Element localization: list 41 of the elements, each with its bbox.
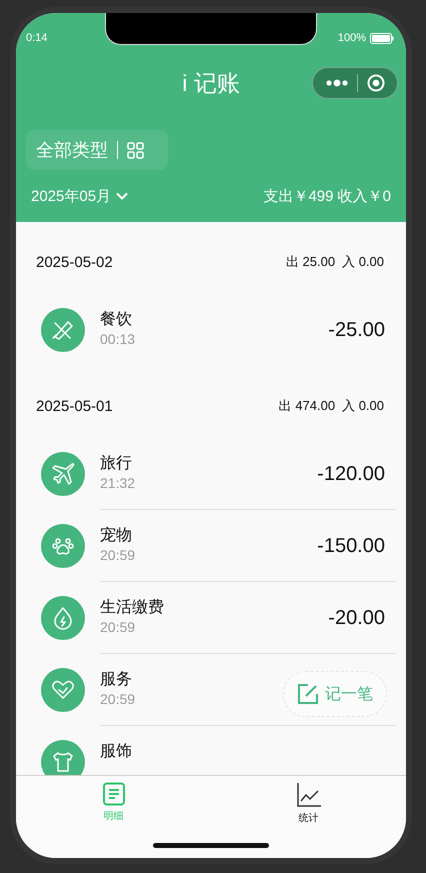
category-name: 宠物 bbox=[100, 526, 132, 546]
entry-amount: -120.00 bbox=[317, 462, 385, 486]
water-drop-icon bbox=[41, 596, 85, 640]
tab-item[interactable]: 明细 bbox=[16, 776, 211, 823]
category-name: 服务 bbox=[100, 670, 132, 690]
grid-icon bbox=[127, 142, 144, 158]
add-entry-button[interactable]: 记一笔 bbox=[283, 671, 387, 717]
entry-time: 20:59 bbox=[100, 691, 136, 707]
chevron-down-icon bbox=[115, 191, 130, 201]
group-date: 2025-05-01 bbox=[36, 398, 113, 414]
battery-percent: 100% bbox=[338, 32, 366, 44]
entry-amount: -20.00 bbox=[328, 606, 385, 630]
entry-amount: -25.00 bbox=[328, 318, 385, 342]
app-title: i 记账 bbox=[182, 68, 240, 98]
airplane-icon bbox=[41, 452, 85, 496]
day-income: 入 0.00 bbox=[342, 397, 384, 415]
day-expense: 出 474.00 bbox=[278, 397, 336, 415]
tab-item[interactable]: 统计 bbox=[211, 776, 406, 825]
entry-amount: -150.00 bbox=[317, 534, 385, 558]
edit-icon bbox=[297, 683, 319, 705]
category-name: 旅行 bbox=[100, 454, 132, 474]
category-name: 生活缴费 bbox=[100, 598, 164, 618]
paw-icon bbox=[41, 524, 85, 568]
day-income: 入 0.00 bbox=[342, 253, 384, 271]
entry-time: 21:32 bbox=[100, 475, 136, 491]
category-name: 餐饮 bbox=[100, 310, 132, 330]
close-icon[interactable] bbox=[366, 74, 384, 92]
month-picker[interactable]: 2025年05月 bbox=[31, 186, 130, 206]
battery-icon bbox=[370, 32, 394, 44]
group-date: 2025-05-02 bbox=[36, 254, 113, 270]
entry-time: 20:59 bbox=[100, 619, 136, 635]
status-time: 0:14 bbox=[26, 32, 48, 44]
day-expense: 出 25.00 bbox=[286, 253, 336, 271]
entry-time: 20:59 bbox=[100, 547, 136, 563]
category-name: 服饰 bbox=[100, 742, 132, 762]
document-icon bbox=[102, 782, 126, 806]
line-chart-icon bbox=[296, 782, 322, 808]
entry-time: 00:13 bbox=[100, 331, 136, 347]
more-icon[interactable] bbox=[326, 79, 348, 87]
category-filter[interactable]: 全部类型 bbox=[26, 130, 168, 170]
month-totals: 支出￥499 收入￥0 bbox=[263, 186, 391, 206]
